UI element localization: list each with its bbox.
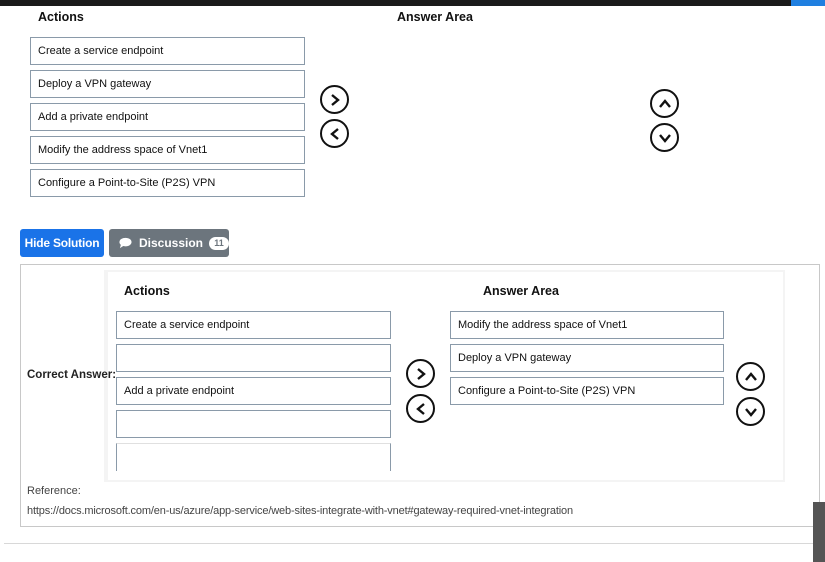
action-item-vpn-gateway[interactable]: Deploy a VPN gateway [30,70,305,98]
hide-solution-button[interactable]: Hide Solution [20,229,104,257]
chevron-left-icon [329,127,339,140]
solution-action-item-empty [116,410,391,438]
chevron-down-icon [658,133,671,143]
discussion-count-badge: 11 [209,236,229,250]
solution-move-up-button [736,362,765,391]
speech-bubble-icon [119,237,132,249]
chevron-up-icon [658,98,671,108]
move-left-button[interactable] [320,119,349,148]
move-down-button[interactable] [650,123,679,152]
hide-solution-label: Hide Solution [24,236,100,250]
solution-action-item-empty [116,344,391,372]
card-border-bottom [4,543,820,544]
solution-action-item: Add a private endpoint [116,377,391,405]
chevron-right-icon [330,93,340,106]
action-item-private-endpoint[interactable]: Add a private endpoint [30,103,305,131]
discussion-button[interactable]: Discussion 11 [109,229,229,257]
solution-action-item: Create a service endpoint [116,311,391,339]
solution-action-item-empty [116,443,391,471]
solution-move-down-button [736,397,765,426]
move-right-button[interactable] [320,85,349,114]
action-item-modify-address-space[interactable]: Modify the address space of Vnet1 [30,136,305,164]
chevron-right-icon [416,367,426,380]
solution-answer-item: Modify the address space of Vnet1 [450,311,724,339]
discussion-label: Discussion [138,236,203,250]
action-item-service-endpoint[interactable]: Create a service endpoint [30,37,305,65]
solution-move-left-button [406,394,435,423]
action-item-p2s-vpn[interactable]: Configure a Point-to-Site (P2S) VPN [30,169,305,197]
solution-answer-area-header: Answer Area [483,284,559,298]
solution-answer-item: Configure a Point-to-Site (P2S) VPN [450,377,724,405]
scrollbar-thumb[interactable] [813,502,825,562]
solution-answer-item: Deploy a VPN gateway [450,344,724,372]
top-bar [0,0,825,6]
chevron-up-icon [744,371,757,381]
reference-link[interactable]: https://docs.microsoft.com/en-us/azure/a… [27,505,807,517]
correct-answer-label: Correct Answer: [27,369,117,381]
actions-header: Actions [38,10,84,24]
top-bar-accent [791,0,825,6]
answer-area-header: Answer Area [397,10,473,24]
chevron-down-icon [744,407,757,417]
solution-actions-header: Actions [124,284,170,298]
move-up-button[interactable] [650,89,679,118]
chevron-left-icon [415,402,425,415]
solution-move-right-button [406,359,435,388]
reference-label: Reference: [27,485,81,497]
